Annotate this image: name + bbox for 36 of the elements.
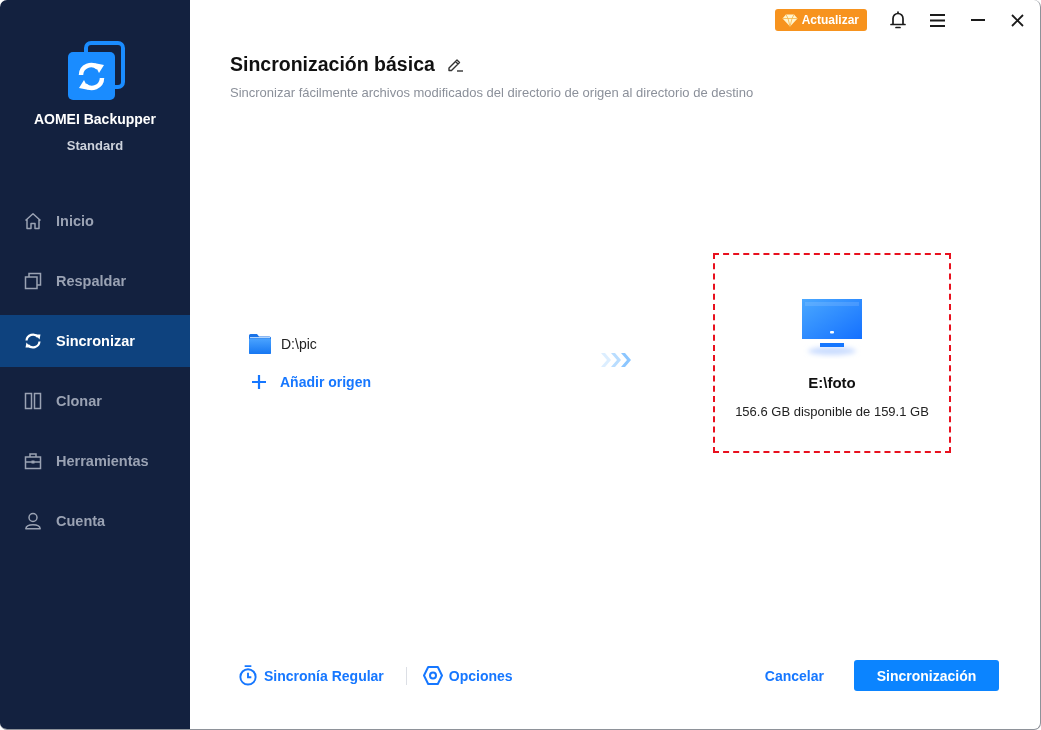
sidebar-item[interactable]: Respaldar [0,255,190,307]
logo-icon [68,40,126,100]
stopwatch-icon [238,665,258,686]
panels-icon [23,391,43,411]
cancel-button[interactable]: Cancelar [764,667,824,684]
bell-icon [889,11,906,29]
copy-icon [23,271,43,291]
folder-icon [249,333,271,354]
sync-icon [23,331,43,351]
source-folder-path: D:\pic [281,335,317,352]
destination-path: E:\foto [808,373,856,393]
diamond-icon [781,13,798,27]
page-title: Sincronización básica [230,52,435,76]
menu-icon [930,13,945,27]
sidebar-item[interactable]: Inicio [0,195,190,247]
page-subtitle: Sincronizar fácilmente archivos modificados del directorio de origen al directorio de destino [230,84,755,102]
sidebar-item[interactable]: Herramientas [0,435,190,487]
destination-capacity: 156.6 GB disponible de 159.1 GB [735,403,929,421]
sidebar-item[interactable]: Cuenta [0,495,190,547]
toolbox-icon [23,451,43,471]
options-link[interactable]: Opciones [422,665,513,686]
home-icon [23,211,43,231]
app-edition: Standard [66,137,124,155]
sidebar-item[interactable]: Clonar [0,375,190,427]
app-name: AOMEI Backupper [33,110,157,128]
schedule-link[interactable]: Sincronía Regular [238,665,384,686]
plus-icon [252,374,266,389]
destination-card[interactable]: E:\foto 156.6 GB disponible de 159.1 GB [713,253,951,453]
add-source-button[interactable]: Añadir origen [252,373,371,390]
close-icon [1011,13,1024,27]
hex-nut-icon [422,665,443,686]
sidebar-item[interactable]: Sincronizar [0,315,190,367]
start-sync-button[interactable]: Sincronización [854,660,999,691]
user-icon [23,511,43,531]
minimize-icon [970,19,985,21]
triple-chevron-icon [600,352,632,368]
